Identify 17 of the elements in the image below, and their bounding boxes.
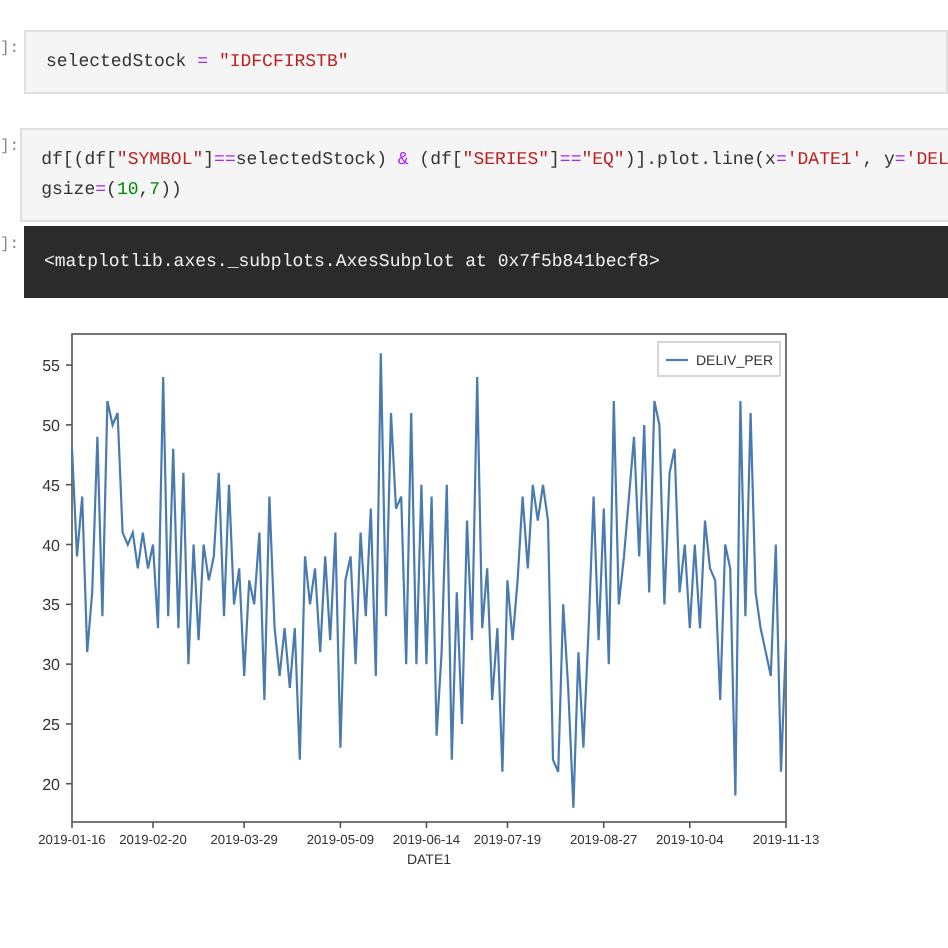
y-tick-label: 35 — [42, 596, 60, 615]
cell-prompt: ]: — [0, 234, 22, 258]
code-line: gsize=(10,7)) — [41, 178, 184, 202]
y-tick-label: 50 — [42, 416, 60, 435]
cell-prompt: ]: — [0, 136, 20, 160]
y-tick-label: 25 — [42, 715, 60, 734]
y-tick-label: 30 — [42, 656, 60, 675]
cell-prompt: ]: — [0, 38, 22, 62]
y-tick-label: 55 — [42, 357, 60, 376]
y-tick-label: 45 — [42, 476, 60, 495]
code-line: selectedStock = "IDFCFIRSTB" — [46, 50, 351, 74]
code-line: df[(df["SYMBOL"]==selectedStock) & (df["SERIES"]=="EQ")].plot.line(x='DATE1', y='DEL — [41, 148, 948, 172]
code-cell[interactable]: selectedStock = "IDFCFIRSTB" — [24, 30, 948, 94]
output-text: <matplotlib.axes._subplots.AxesSubplot at 0x7f5b841becf8> — [44, 250, 662, 274]
y-tick-label: 40 — [42, 536, 60, 555]
y-tick-label: 20 — [42, 775, 60, 794]
code-cell[interactable]: df[(df["SYMBOL"]==selectedStock) & (df["SERIES"]=="EQ")].plot.line(x='DATE1', y='DEL gsize=(10,7)) — [19, 128, 948, 222]
